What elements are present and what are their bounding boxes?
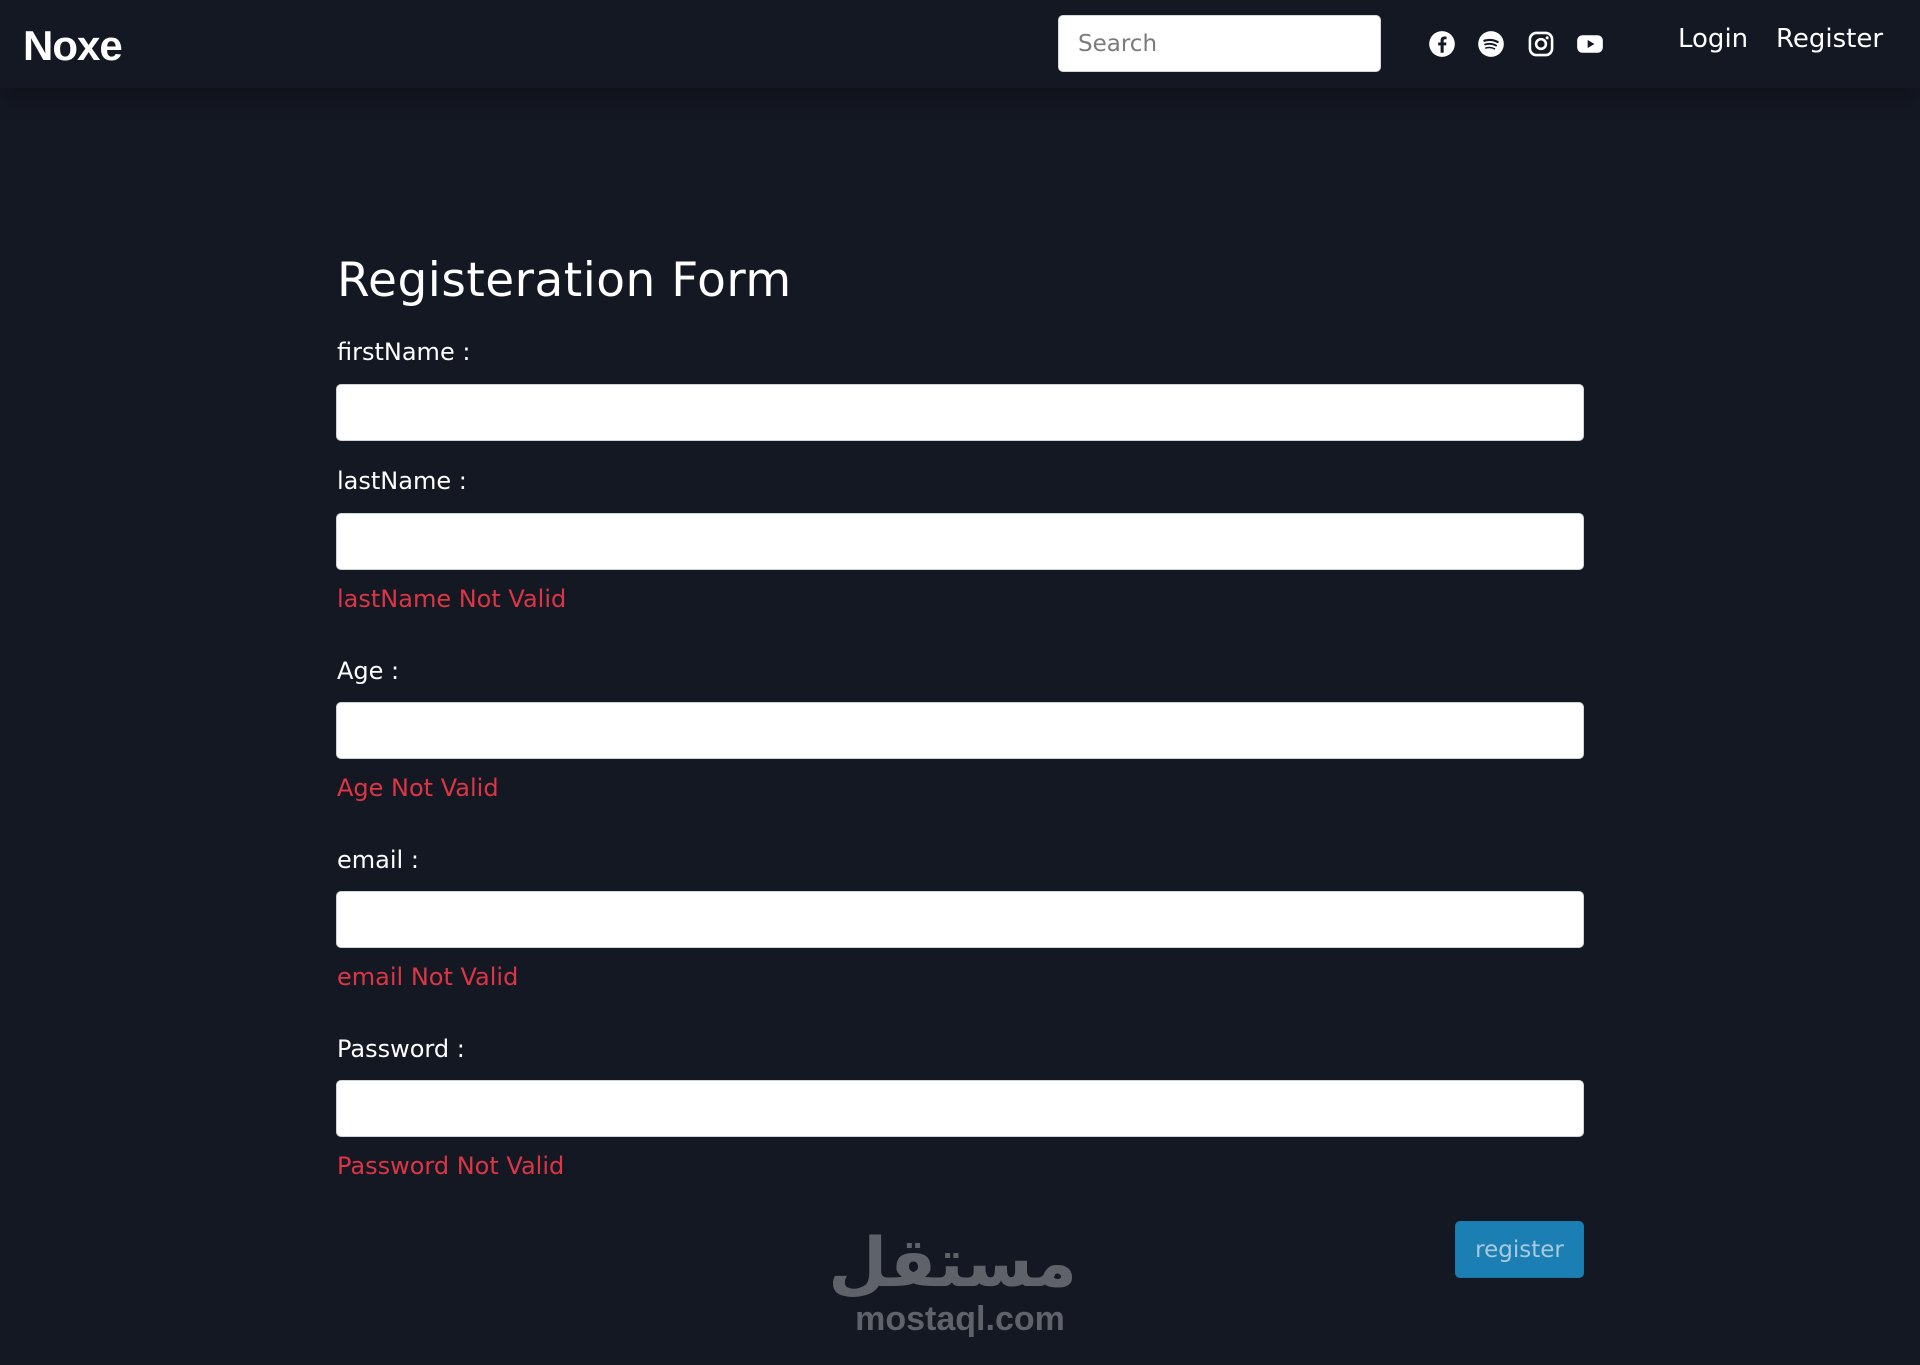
instagram-icon[interactable]	[1527, 30, 1555, 58]
form-title: Registeration Form	[337, 253, 792, 308]
watermark-latin-text: mostaql.com	[855, 1300, 1065, 1338]
age-error: Age Not Valid	[337, 774, 499, 802]
nav-login-link[interactable]: Login	[1678, 24, 1748, 54]
mostaql-watermark: مستقل mostaql.com	[828, 1224, 1077, 1340]
password-label: Password :	[337, 1035, 465, 1063]
lastname-error: lastName Not Valid	[337, 585, 567, 613]
email-error: email Not Valid	[337, 963, 519, 991]
age-label: Age :	[337, 657, 400, 685]
navbar: Noxe Login Register	[0, 0, 1920, 88]
firstname-label: firstName :	[337, 338, 471, 366]
age-input[interactable]	[336, 702, 1584, 759]
email-input[interactable]	[336, 891, 1584, 948]
facebook-icon[interactable]	[1428, 30, 1456, 58]
password-input[interactable]	[336, 1080, 1584, 1137]
nav-register-link[interactable]: Register	[1776, 24, 1883, 54]
search-input[interactable]	[1058, 15, 1381, 72]
email-label: email :	[337, 846, 419, 874]
password-error: Password Not Valid	[337, 1152, 565, 1180]
spotify-icon[interactable]	[1477, 30, 1505, 58]
lastname-input[interactable]	[336, 513, 1584, 570]
watermark-arabic-text: مستقل	[828, 1224, 1077, 1303]
register-button[interactable]: register	[1455, 1221, 1584, 1278]
lastname-label: lastName :	[337, 467, 467, 495]
brand-logo[interactable]: Noxe	[23, 22, 123, 70]
youtube-icon[interactable]	[1576, 30, 1604, 58]
firstname-input[interactable]	[336, 384, 1584, 441]
